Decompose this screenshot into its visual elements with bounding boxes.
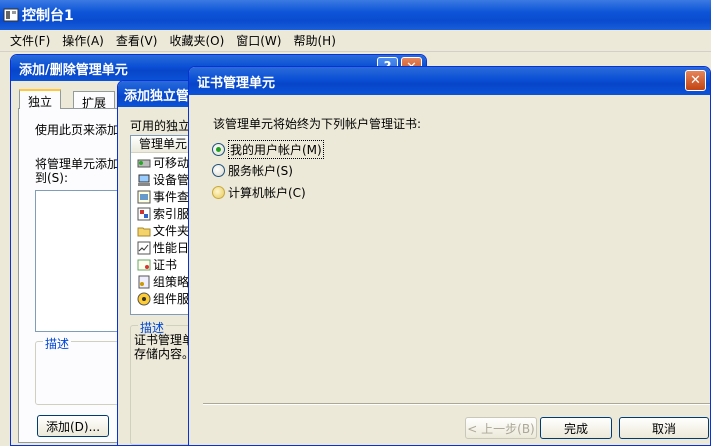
radio-computer-account[interactable]: 计算机帐户(C) (212, 184, 306, 201)
radio-my-user-account[interactable]: 我的用户帐户(M) (212, 140, 324, 159)
device-manager-icon (137, 173, 151, 187)
removable-storage-icon (137, 156, 151, 170)
list-item-label: 证书 (153, 258, 178, 272)
radio-label-computer: 计算机帐户(C) (228, 186, 306, 200)
description-line: 存储内容。 (134, 347, 195, 361)
menu-help[interactable]: 帮助(H) (287, 32, 341, 49)
menu-window[interactable]: 窗口(W) (230, 32, 287, 49)
cert-title-bar: 证书管理单元 (189, 67, 710, 95)
standalone-description-text: 证书管理单 存储内容。 (134, 333, 194, 361)
performance-logs-icon (137, 241, 151, 255)
available-label: 可用的独立 (130, 119, 191, 133)
list-item-label: 事件查 (153, 190, 190, 204)
component-services-icon (137, 292, 151, 306)
radio-label-my-user: 我的用户帐户(M) (228, 140, 324, 159)
description-label: 描述 (43, 335, 72, 352)
radio-label-service: 服务帐户(S) (228, 164, 293, 178)
add-remove-title: 添加/删除管理单元 (19, 62, 128, 78)
finish-button[interactable]: 完成 (540, 417, 612, 439)
mmc-console-icon (3, 7, 19, 23)
list-item-label: 组策略 (153, 275, 190, 289)
menu-view[interactable]: 查看(V) (110, 32, 164, 49)
button-separator (203, 403, 710, 405)
list-item-label: 可移动 (153, 156, 190, 170)
group-policy-icon (137, 275, 151, 289)
snapin-list[interactable] (35, 190, 127, 332)
cert-prompt: 该管理单元将始终为下列帐户管理证书: (213, 117, 422, 131)
cert-title: 证书管理单元 (197, 75, 276, 91)
tab-panel: 使用此页来添加 将管理单元添加到(S): 描述 (18, 108, 130, 443)
indexing-service-icon (137, 207, 151, 221)
tab-extensions[interactable]: 扩展 (73, 91, 116, 110)
list-item-label: 组件服 (153, 292, 190, 306)
close-icon[interactable]: ✕ (685, 70, 706, 91)
description-line: 证书管理单 (134, 333, 195, 347)
menu-bar: 文件(F) 操作(A) 查看(V) 收藏夹(O) 窗口(W) 帮助(H) (0, 30, 711, 52)
standalone-title: 添加独立管 (124, 88, 190, 104)
folder-icon (137, 224, 151, 238)
radio-service-account[interactable]: 服务帐户(S) (212, 162, 293, 179)
menu-file[interactable]: 文件(F) (4, 32, 56, 49)
list-item-label: 索引服 (153, 207, 190, 221)
tab-standalone[interactable]: 独立 (19, 89, 62, 109)
cancel-button[interactable]: 取消 (619, 417, 709, 439)
certificates-icon (137, 258, 151, 272)
console-title: 控制台1 (22, 8, 74, 24)
list-item-label: 文件夹 (153, 224, 190, 238)
radio-button[interactable] (212, 164, 225, 177)
add-button[interactable]: 添加(D)... (37, 415, 109, 437)
list-item-label: 性能日 (153, 241, 190, 255)
add-to-label: 将管理单元添加到(S): (35, 157, 120, 185)
intro-text: 使用此页来添加 (35, 123, 120, 137)
menu-favorites[interactable]: 收藏夹(O) (163, 32, 230, 49)
radio-button-checked[interactable] (212, 143, 225, 156)
console-title-bar: 控制台1 (0, 0, 711, 30)
back-button[interactable]: < 上一步(B) (465, 417, 537, 439)
list-item-label: 设备管 (153, 173, 190, 187)
menu-action[interactable]: 操作(A) (56, 32, 110, 49)
event-viewer-icon (137, 190, 151, 204)
radio-button[interactable] (212, 186, 225, 199)
certificates-snapin-dialog: 证书管理单元 ✕ 该管理单元将始终为下列帐户管理证书: 我的用户帐户(M) 服务… (188, 66, 711, 446)
